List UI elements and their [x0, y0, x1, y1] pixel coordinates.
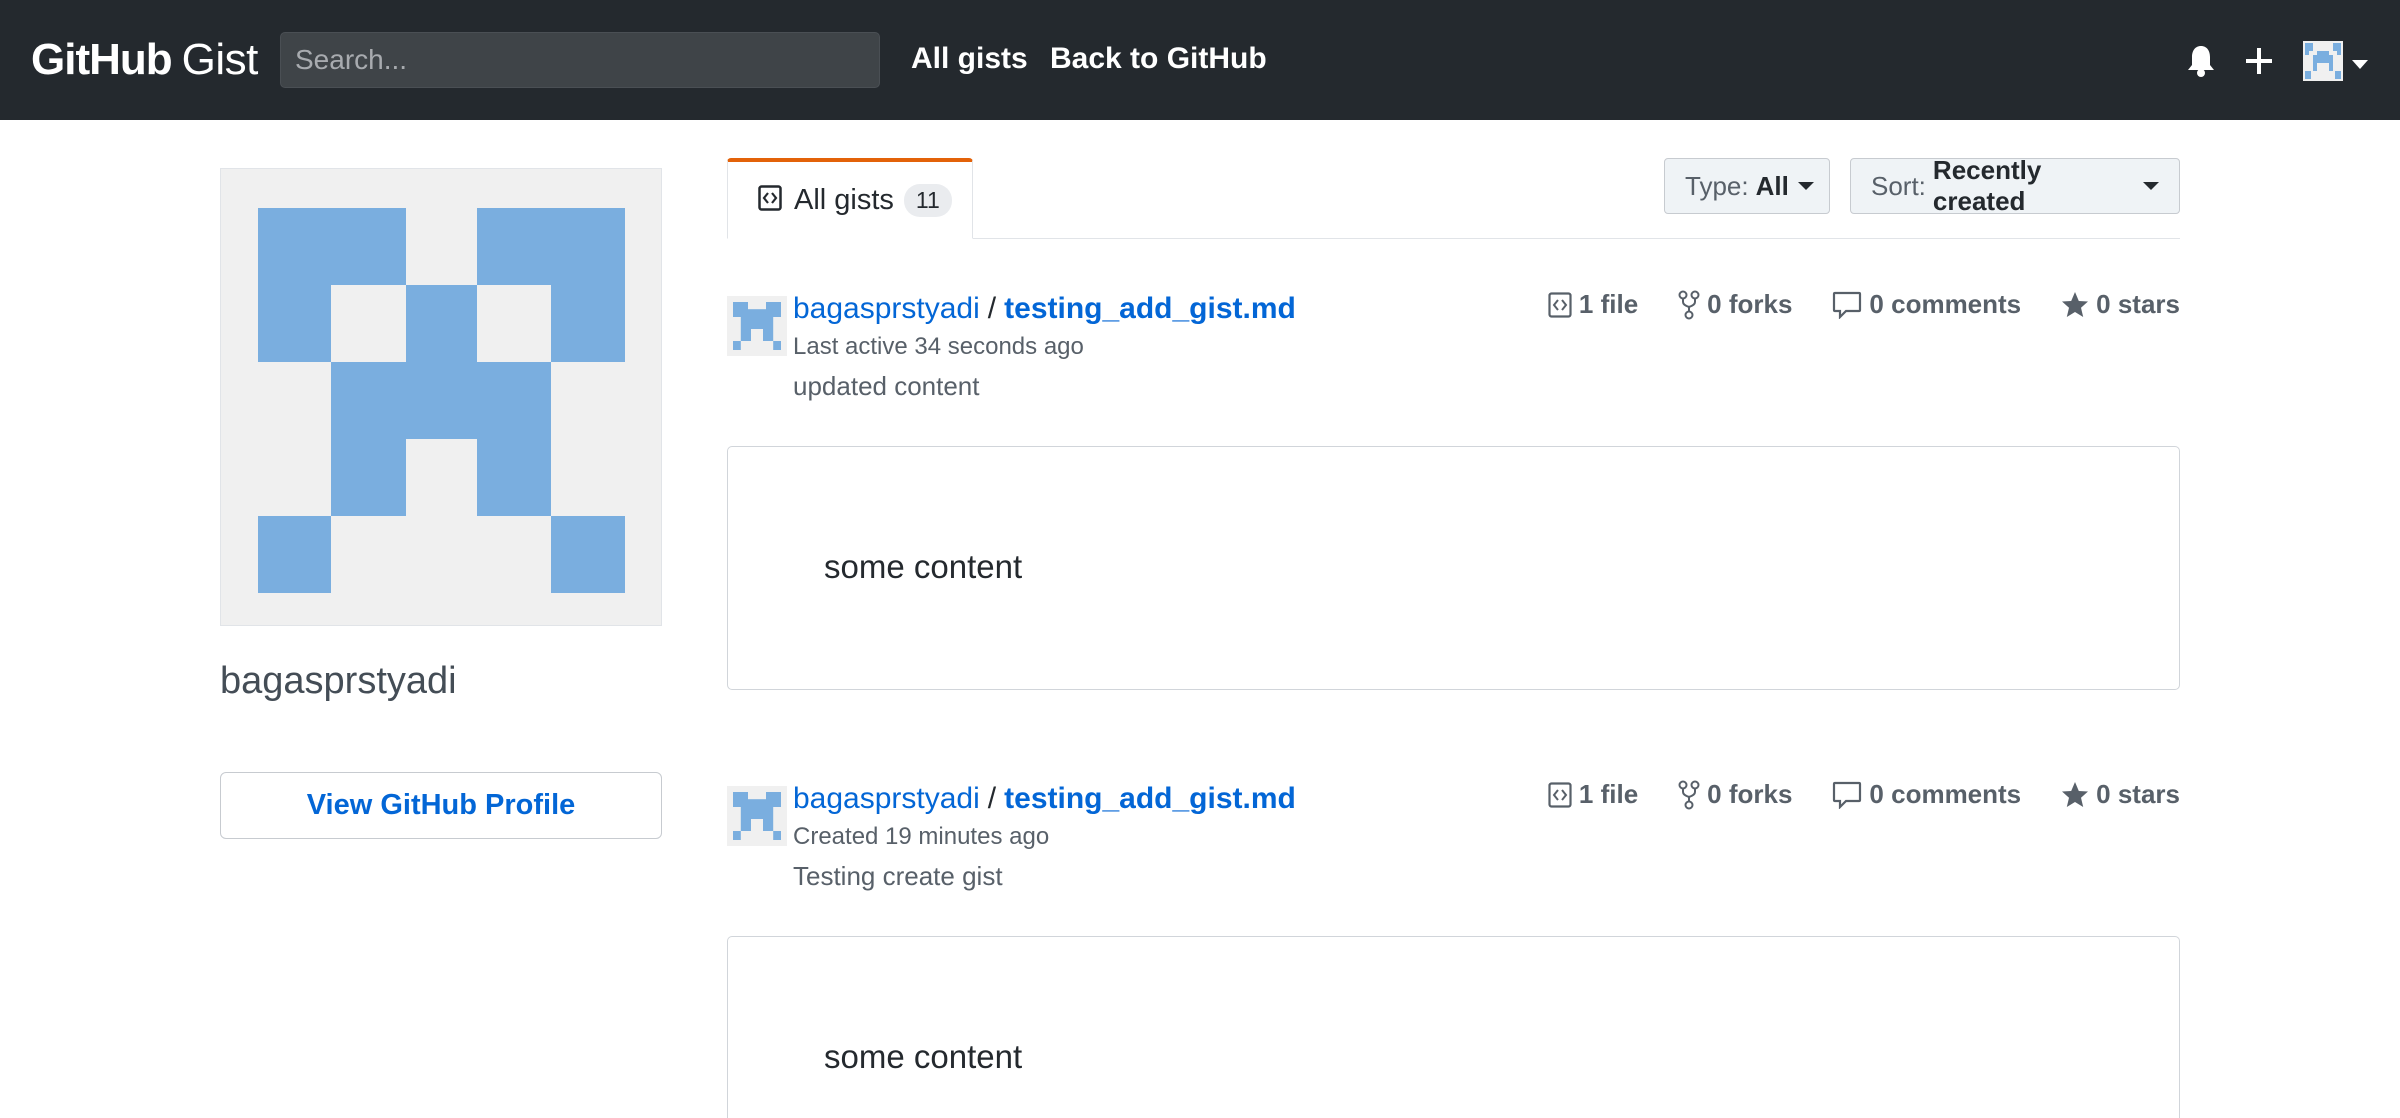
sort-filter-select[interactable]: Sort: Recently created — [1850, 155, 2180, 216]
code-square-icon — [758, 184, 782, 216]
gist-preview-text: some content — [824, 1038, 1023, 1075]
gist-files-count: 1 file — [1578, 779, 1639, 809]
avatar-icon[interactable] — [2303, 41, 2343, 86]
gist-comments-count: 0 comments — [1869, 779, 2022, 809]
gist-files-link[interactable]: 1 file — [1548, 289, 1638, 320]
tab-count-badge: 11 — [903, 183, 952, 217]
star-icon — [2062, 781, 2089, 807]
profile-username: bagasprstyadi — [220, 660, 457, 702]
gist-files-count: 1 file — [1578, 289, 1639, 319]
nav-all-gists[interactable]: All gists — [911, 42, 1028, 76]
sort-filter-value: Recently created — [1932, 155, 2042, 216]
gist-owner-link[interactable]: bagasprstyadi — [793, 782, 980, 815]
gist-title: bagasprstyadi / testing_add_gist.md — [793, 292, 1296, 326]
gist-timestamp: Last active 34 seconds ago — [793, 333, 1084, 360]
gist-comments-link[interactable]: 0 comments — [1832, 289, 2021, 320]
gist-forks-count: 0 forks — [1707, 289, 1793, 319]
gist-title: bagasprstyadi / testing_add_gist.md — [793, 782, 1296, 816]
tab-all-gists-label: All gists — [794, 183, 894, 216]
caret-down-icon — [1797, 182, 1814, 190]
logo-gist-text: Gist — [181, 35, 259, 84]
logo-github-text: GitHub — [31, 35, 173, 84]
gist-stars-count: 0 stars — [2096, 289, 2180, 319]
gist-preview[interactable]: some content — [727, 936, 2180, 1118]
gist-filename-link[interactable]: testing_add_gist.md — [1004, 292, 1296, 325]
nav-back-to-github[interactable]: Back to GitHub — [1050, 42, 1267, 76]
fork-icon — [1678, 290, 1700, 319]
gist-preview[interactable]: some content — [727, 446, 2180, 690]
search-input[interactable] — [280, 32, 880, 88]
star-icon — [2062, 291, 2089, 317]
top-header: GitHub Gist All gists Back to GitHub — [0, 0, 2400, 120]
gist-owner-avatar[interactable] — [727, 296, 787, 356]
gist-timestamp: Created 19 minutes ago — [793, 823, 1050, 850]
gist-stars-count: 0 stars — [2096, 779, 2180, 809]
gist-title-separator: / — [987, 782, 997, 815]
gist-owner-avatar[interactable] — [727, 786, 787, 846]
file-code-icon — [1548, 781, 1572, 808]
gist-stars-link[interactable]: 0 stars — [2061, 779, 2180, 810]
file-code-icon — [1548, 291, 1572, 318]
gist-comments-count: 0 comments — [1869, 289, 2022, 319]
comment-icon — [1833, 291, 1862, 319]
view-github-profile-button[interactable]: View GitHub Profile — [220, 772, 662, 839]
gist-owner-link[interactable]: bagasprstyadi — [793, 292, 980, 325]
bell-icon[interactable] — [2186, 44, 2216, 83]
gist-forks-count: 0 forks — [1707, 779, 1793, 809]
sort-filter-label: Sort: — [1871, 170, 1926, 201]
type-filter-value: All — [1755, 170, 1789, 201]
type-filter-label: Type: — [1685, 170, 1749, 201]
gist-stats: 1 file 0 forks 0 comments 0 stars — [1508, 779, 2180, 810]
gist-stats: 1 file 0 forks 0 comments 0 stars — [1508, 289, 2180, 320]
type-filter-select[interactable]: Type: All — [1664, 158, 1830, 214]
github-gist-logo[interactable]: GitHub Gist — [31, 34, 258, 86]
gist-files-link[interactable]: 1 file — [1548, 779, 1638, 810]
tab-all-gists[interactable]: All gists 11 — [727, 158, 973, 239]
caret-down-icon — [2143, 182, 2159, 190]
fork-icon — [1678, 780, 1700, 809]
gist-preview-text: some content — [824, 548, 1023, 585]
gist-forks-link[interactable]: 0 forks — [1678, 779, 1792, 810]
plus-icon[interactable] — [2244, 46, 2274, 81]
profile-avatar — [220, 168, 662, 626]
gist-stars-link[interactable]: 0 stars — [2061, 289, 2180, 320]
gist-description: updated content — [793, 371, 980, 401]
comment-icon — [1833, 781, 1862, 809]
gist-filename-link[interactable]: testing_add_gist.md — [1004, 782, 1296, 815]
caret-down-icon[interactable] — [2352, 57, 2368, 75]
gist-comments-link[interactable]: 0 comments — [1832, 779, 2021, 810]
gist-title-separator: / — [987, 292, 997, 325]
gist-description: Testing create gist — [793, 861, 1003, 891]
gist-forks-link[interactable]: 0 forks — [1678, 289, 1792, 320]
